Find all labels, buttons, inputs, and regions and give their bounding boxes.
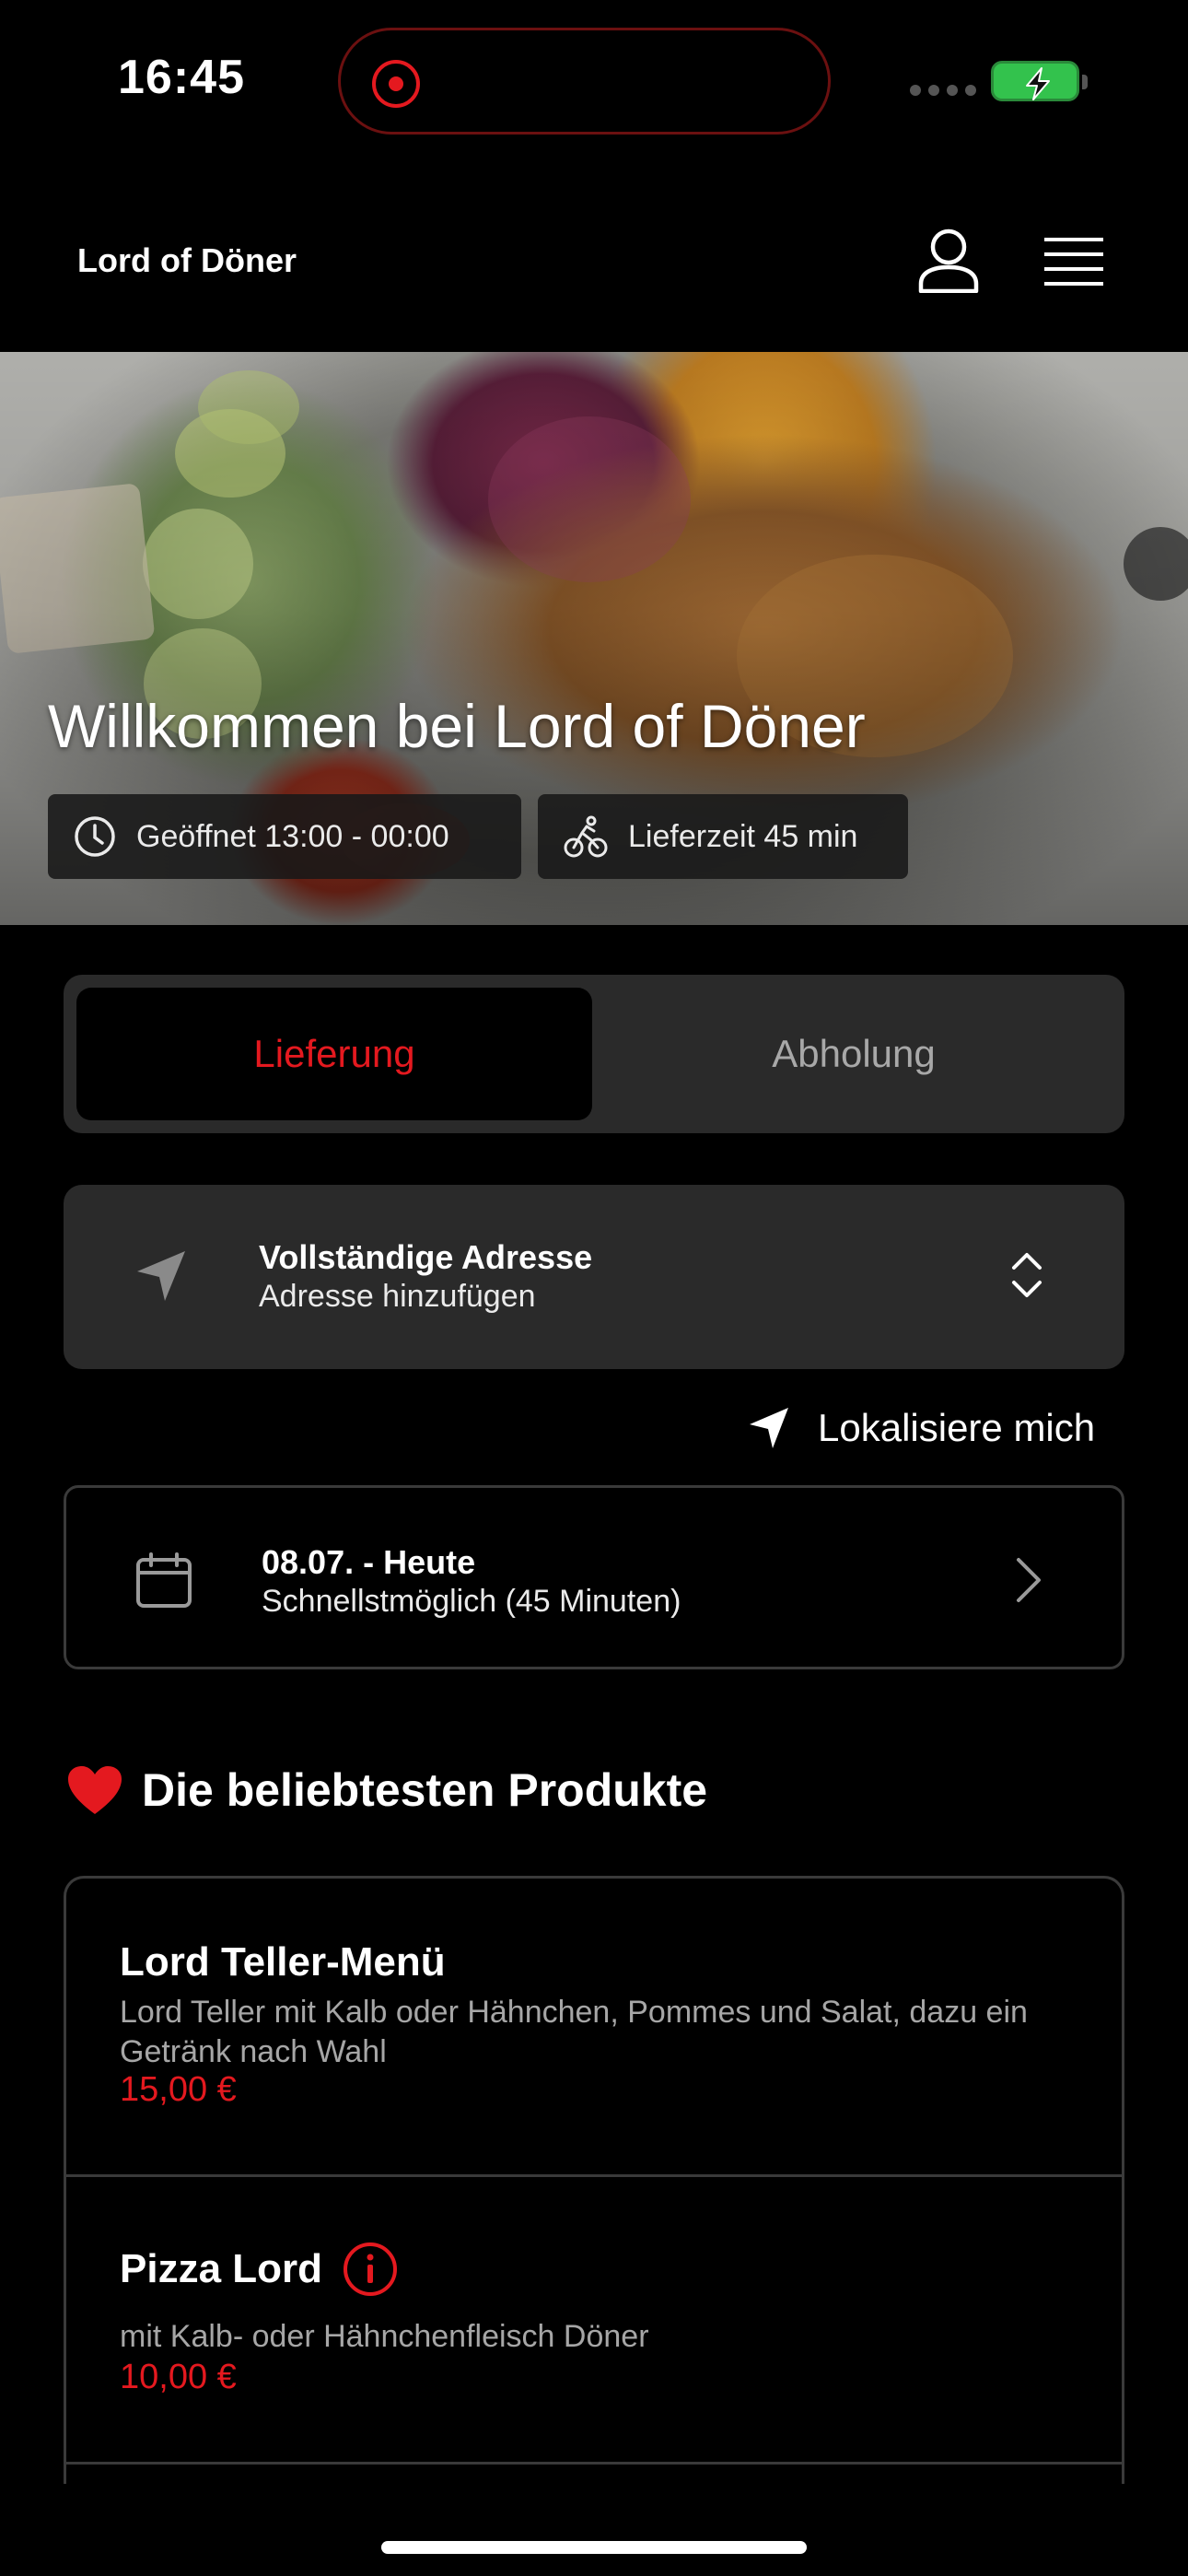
clock-icon <box>75 816 115 857</box>
product-price: 10,00 € <box>120 2358 237 2396</box>
delivery-time-badge: Lieferzeit 45 min <box>538 794 908 879</box>
profile-button[interactable] <box>917 227 980 294</box>
chevron-right-icon <box>1017 1558 1041 1602</box>
hamburger-menu-icon <box>1044 238 1103 286</box>
locate-me-button[interactable]: Lokalisiere mich <box>748 1400 1095 1456</box>
locate-me-label: Lokalisiere mich <box>818 1406 1096 1449</box>
delivery-time-text: Lieferzeit 45 min <box>628 818 858 854</box>
brand-name[interactable]: Lord of Döner <box>77 241 297 280</box>
product-description: mit Kalb- oder Hähnchenfleisch Döner <box>120 2319 649 2354</box>
menu-button[interactable] <box>1042 234 1105 289</box>
product-card[interactable]: Pizza Lord mit Kalb- oder Hähnchenfleisc… <box>66 2177 1122 2465</box>
popular-title-text: Die beliebtesten Produkte <box>142 1764 708 1816</box>
order-mode-toggle: Lieferung Abholung <box>64 975 1124 1133</box>
signal-icon <box>910 85 976 96</box>
navigation-arrow-icon <box>137 1251 185 1301</box>
tab-abholung[interactable]: Abholung <box>596 988 1112 1120</box>
user-icon <box>918 228 979 294</box>
address-subtitle: Adresse hinzufügen <box>259 1279 536 1314</box>
tab-lieferung[interactable]: Lieferung <box>76 988 592 1120</box>
product-price: 15,00 € <box>120 2070 237 2109</box>
product-card[interactable]: Lord Teller-Menü Lord Teller mit Kalb od… <box>66 1879 1122 2177</box>
popular-products-list: Lord Teller-Menü Lord Teller mit Kalb od… <box>64 1876 1124 2484</box>
hero-title: Willkommen bei Lord of Döner <box>48 692 866 760</box>
address-title: Vollständige Adresse <box>259 1238 593 1276</box>
schedule-date: 08.07. - Heute <box>262 1543 476 1581</box>
heart-icon <box>68 1766 122 1814</box>
app-header: Lord of Döner <box>0 166 1188 352</box>
address-selector[interactable]: Vollständige Adresse Adresse hinzufügen <box>64 1185 1124 1369</box>
chevron-up-down-icon <box>1012 1253 1042 1297</box>
info-icon[interactable] <box>343 2242 398 2297</box>
home-indicator[interactable] <box>381 2541 807 2554</box>
status-time: 16:45 <box>118 51 245 104</box>
recording-icon <box>372 60 420 108</box>
schedule-time: Schnellstmöglich (45 Minuten) <box>262 1584 681 1619</box>
product-description: Lord Teller mit Kalb oder Hähnchen, Pomm… <box>120 1995 1028 2069</box>
status-bar: 16:45 <box>0 0 1188 166</box>
bicycle-courier-icon <box>564 815 608 858</box>
dynamic-island <box>338 28 831 135</box>
popular-section-title: Die beliebtesten Produkte <box>66 1763 707 1817</box>
battery-charging-icon <box>991 61 1088 101</box>
product-name: Lord Teller-Menü <box>120 1939 446 1985</box>
hero-banner: Willkommen bei Lord of Döner Geöffnet 13… <box>0 352 1188 925</box>
calendar-icon <box>136 1552 192 1608</box>
product-name: Pizza Lord <box>120 2242 398 2297</box>
opening-hours-badge: Geöffnet 13:00 - 00:00 <box>48 794 521 879</box>
location-arrow-icon <box>750 1408 788 1448</box>
opening-hours-text: Geöffnet 13:00 - 00:00 <box>136 818 449 854</box>
schedule-selector[interactable]: 08.07. - Heute Schnellstmöglich (45 Minu… <box>64 1485 1124 1669</box>
